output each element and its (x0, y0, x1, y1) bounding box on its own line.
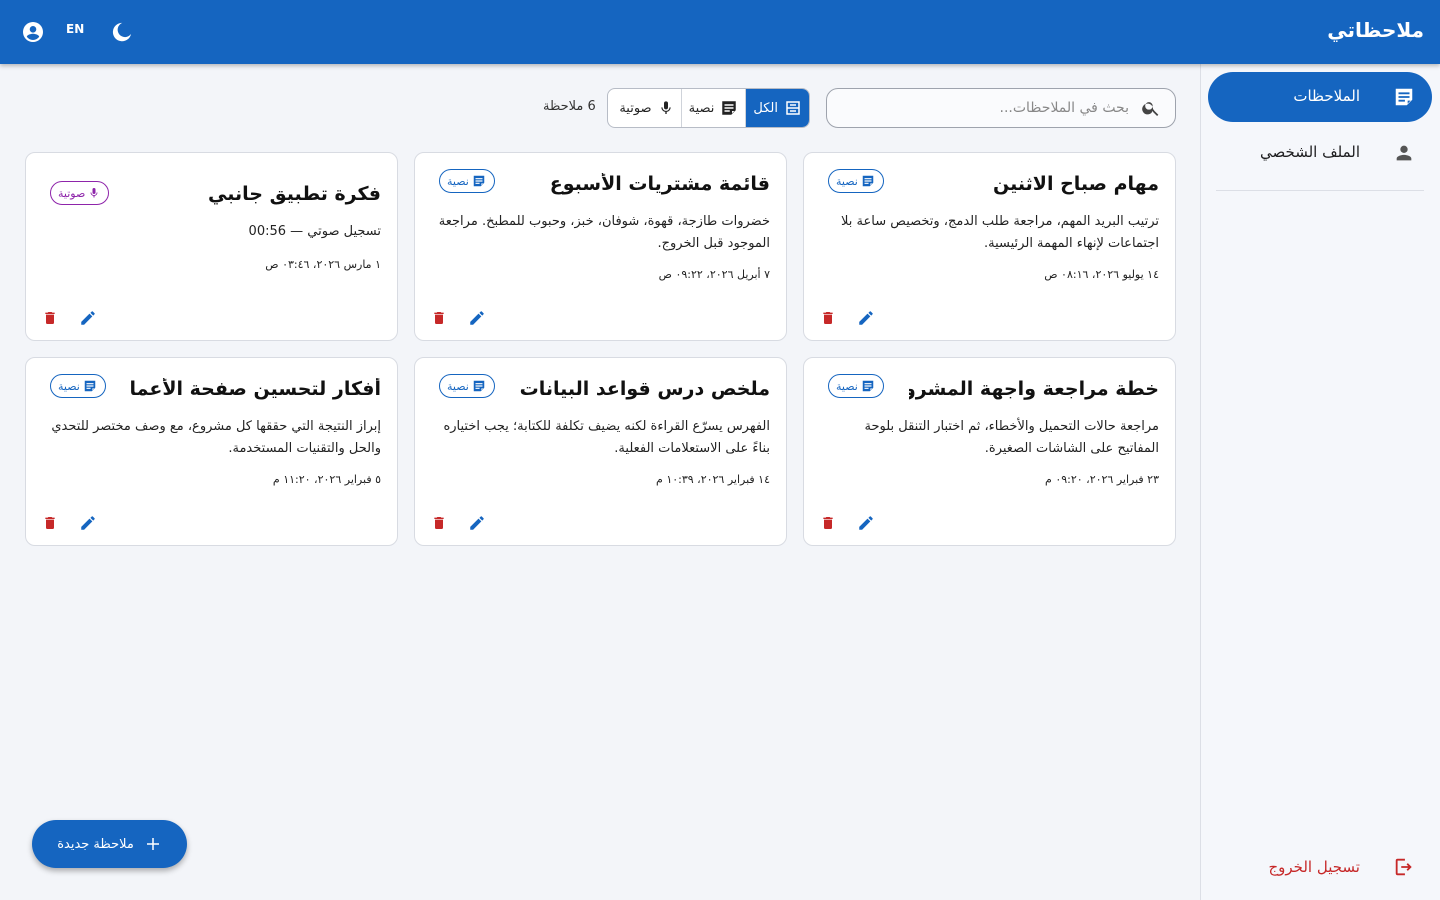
mic-icon (90, 188, 98, 198)
note-body: خضروات طازجة، قهوة، شوفان، خبز، وحبوب لل… (438, 214, 770, 251)
filter-label: صوتية (619, 100, 652, 116)
trash-icon (823, 312, 833, 324)
edit-button[interactable] (856, 308, 876, 328)
app-title: ملاحظاتي (1327, 18, 1424, 42)
note-icon (1392, 85, 1416, 109)
note-card[interactable]: فكرة تطبيق جانبي صوتية تسجيل صوتي — 00:5… (25, 152, 398, 341)
filter-label: نصية (688, 100, 715, 116)
edit-button[interactable] (78, 308, 98, 328)
moon-icon (112, 22, 132, 42)
delete-button[interactable] (818, 308, 838, 328)
note-type-badge: صوتية (50, 181, 110, 205)
trash-icon (45, 517, 55, 529)
note-body: إبراز النتيجة التي حققها كل مشروع، مع وص… (51, 419, 381, 456)
search-icon (1141, 98, 1161, 122)
note-body: ترتيب البريد المهم، مراجعة طلب الدمج، وت… (841, 214, 1159, 251)
trash-icon (45, 312, 55, 324)
note-body: تسجيل صوتي — 00:56 (248, 224, 381, 239)
trash-icon (823, 517, 833, 529)
note-date: ١٤ يوليو ٢٠٢٦، ٠٨:١٦ ص (1044, 268, 1159, 281)
sidebar-item-profile[interactable]: الملف الشخصي (1208, 128, 1432, 178)
note-type-badge: نصية (828, 374, 884, 398)
note-date: ٢٣ فبراير ٢٠٢٦، ٠٩:٢٠ م (1045, 473, 1159, 486)
note-date: ١ مارس ٢٠٢٦، ٠٣:٤٦ ص (265, 258, 381, 271)
all-notes-icon (786, 101, 800, 115)
logout-button[interactable]: تسجيل الخروج (1208, 842, 1432, 892)
note-title: أفكار لتحسين صفحة الأعمال (131, 378, 381, 400)
search-box (826, 88, 1176, 128)
note-card[interactable]: خطة مراجعة واجهة المشروع نصية مراجعة حال… (803, 357, 1176, 546)
text-note-icon (84, 380, 96, 392)
note-date: ١٤ فبراير ٢٠٢٦، ١٠:٣٩ م (656, 473, 770, 486)
note-count: 6 ملاحظة (543, 99, 596, 114)
delete-button[interactable] (40, 308, 60, 328)
note-card[interactable]: ملخص درس قواعد البيانات نصية الفهرس يسرّ… (414, 357, 787, 546)
note-type-badge: نصية (439, 374, 495, 398)
new-note-label: ملاحظة جديدة (57, 836, 134, 852)
account-button[interactable] (17, 16, 49, 48)
edit-button[interactable] (78, 513, 98, 533)
edit-button[interactable] (856, 513, 876, 533)
trash-icon (434, 312, 444, 324)
trash-icon (434, 517, 444, 529)
pencil-icon (81, 311, 95, 325)
filter-voice-button[interactable]: صوتية (612, 89, 680, 127)
dark-mode-toggle-button[interactable] (106, 16, 138, 48)
account-circle-icon (23, 22, 43, 42)
new-note-button[interactable]: ملاحظة جديدة (32, 820, 187, 868)
note-title: قائمة مشتريات الأسبوع (549, 173, 770, 195)
notes-grid: مهام صباح الاثنين نصية ترتيب البريد المه… (24, 152, 1176, 546)
note-date: ٧ أبريل ٢٠٢٦، ٠٩:٢٢ ص (658, 268, 770, 281)
pencil-icon (859, 311, 873, 325)
person-icon (1392, 141, 1416, 165)
delete-button[interactable] (429, 513, 449, 533)
pencil-icon (81, 516, 95, 530)
logout-label: تسجيل الخروج (1268, 858, 1360, 876)
pencil-icon (470, 311, 484, 325)
text-note-icon (862, 175, 874, 187)
filter-label: الكل (753, 100, 778, 116)
sidebar-item-label: الملف الشخصي (1260, 143, 1360, 161)
logout-icon (1392, 855, 1416, 879)
delete-button[interactable] (40, 513, 60, 533)
note-title: فكرة تطبيق جانبي (208, 183, 381, 205)
sidebar-item-label: الملاحظات (1293, 87, 1360, 105)
plus-icon (146, 838, 159, 850)
text-note-icon (473, 175, 485, 187)
note-type-badge: نصية (828, 169, 884, 193)
filter-all-button[interactable]: الكل (745, 89, 809, 127)
note-card[interactable]: قائمة مشتريات الأسبوع نصية خضروات طازجة،… (414, 152, 787, 341)
pencil-icon (859, 516, 873, 530)
note-body: مراجعة حالات التحميل والأخطاء، ثم اختبار… (864, 419, 1159, 456)
app-bar: ملاحظاتي EN (0, 0, 1440, 64)
note-type-filter: الكل نصية صوتية (607, 88, 810, 128)
language-toggle-button[interactable]: EN (66, 22, 84, 36)
note-type-badge: نصية (50, 374, 106, 398)
note-title: ملخص درس قواعد البيانات (520, 378, 770, 400)
note-card[interactable]: مهام صباح الاثنين نصية ترتيب البريد المه… (803, 152, 1176, 341)
note-title: خطة مراجعة واجهة المشروع (909, 378, 1159, 400)
text-note-icon (722, 101, 737, 115)
edit-button[interactable] (467, 308, 487, 328)
sidebar-divider (1216, 190, 1424, 191)
text-note-icon (862, 380, 874, 392)
note-body: الفهرس يسرّع القراءة لكنه يضيف تكلفة للك… (443, 419, 770, 456)
note-title: مهام صباح الاثنين (993, 173, 1159, 195)
pencil-icon (470, 516, 484, 530)
note-card[interactable]: أفكار لتحسين صفحة الأعمال نصية إبراز الن… (25, 357, 398, 546)
edit-button[interactable] (467, 513, 487, 533)
note-type-badge: نصية (439, 169, 495, 193)
sidebar: الملاحظات الملف الشخصي تسجيل الخروج (1200, 64, 1440, 900)
filter-text-button[interactable]: نصية (680, 89, 746, 127)
note-date: ٥ فبراير ٢٠٢٦، ١١:٢٠ م (272, 473, 381, 486)
mic-icon (660, 101, 671, 114)
delete-button[interactable] (818, 513, 838, 533)
delete-button[interactable] (429, 308, 449, 328)
text-note-icon (473, 380, 485, 392)
search-input[interactable] (849, 97, 1129, 119)
sidebar-item-notes[interactable]: الملاحظات (1208, 72, 1432, 122)
